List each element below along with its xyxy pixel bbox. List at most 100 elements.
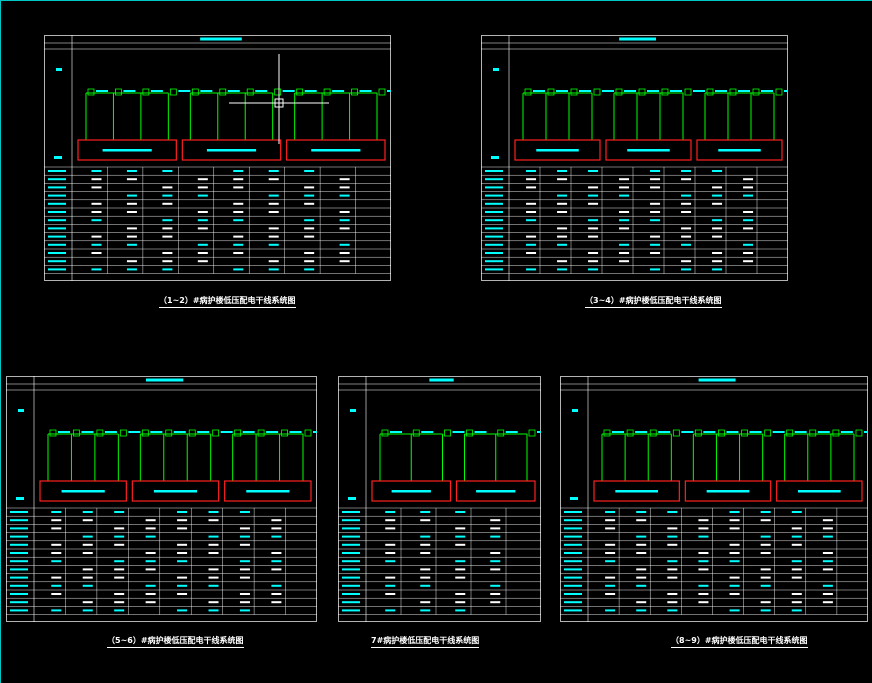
feeder-label-mark	[612, 431, 624, 433]
breaker-symbol	[142, 88, 150, 96]
table-cell-mark	[791, 609, 802, 612]
table-cell-mark	[650, 186, 661, 189]
breaker-symbol	[165, 429, 173, 437]
table-cell-mark	[126, 178, 137, 181]
table-cell-mark	[526, 252, 537, 254]
table-cell-mark	[636, 535, 647, 538]
left-marker	[570, 497, 578, 500]
row-header-mark	[48, 202, 66, 205]
feeder-label-mark	[556, 90, 568, 92]
table-cell-mark	[145, 584, 156, 587]
feeder-label-mark	[784, 90, 788, 92]
row-header-mark	[564, 560, 582, 563]
breaker-symbol	[832, 429, 840, 437]
feeder-label-mark	[452, 431, 465, 433]
feeder-label-mark	[864, 431, 868, 433]
table-cell-mark	[650, 235, 661, 238]
sheet-caption-3-4: （3~4）#病护楼低压配电干线系统图	[585, 295, 722, 308]
row-header-mark	[342, 511, 360, 513]
table-cell-mark	[490, 552, 501, 554]
table-cell-mark	[822, 568, 833, 571]
table-cell-mark	[712, 194, 723, 197]
row-header-mark	[485, 186, 503, 189]
table-cell-mark	[588, 194, 599, 197]
row-header-mark	[10, 552, 28, 554]
table-cell-mark	[636, 584, 647, 587]
feeder-label-mark	[738, 90, 750, 92]
feeder-label-mark	[703, 431, 716, 433]
table-cell-mark	[605, 519, 616, 522]
table-cell-mark	[420, 584, 431, 587]
table-cell-mark	[588, 252, 599, 254]
row-header-mark	[342, 543, 360, 546]
table-cell-mark	[339, 211, 350, 213]
table-cell-mark	[667, 601, 678, 604]
table-cell-mark	[339, 252, 350, 254]
table-cell-mark	[712, 202, 723, 205]
table-cell-mark	[791, 593, 802, 595]
feeder-label-mark	[670, 90, 682, 92]
table-cell-mark	[304, 186, 315, 189]
table-cell-mark	[557, 260, 568, 263]
table-cell-mark	[420, 543, 431, 546]
table-cell-mark	[126, 211, 137, 213]
breaker-symbol	[809, 429, 817, 437]
table-cell-mark	[271, 601, 282, 604]
table-cell-mark	[588, 202, 599, 205]
table-cell-mark	[271, 568, 282, 571]
title-strip-text-mark	[619, 37, 656, 41]
table-cell-mark	[729, 527, 740, 530]
feeder-label-mark	[794, 431, 807, 433]
table-cell-mark	[177, 511, 188, 513]
table-cell-mark	[385, 527, 396, 530]
feeder-label-mark	[58, 431, 70, 433]
table-cell-mark	[51, 511, 62, 513]
table-cell-mark	[177, 519, 188, 522]
table-cell-mark	[455, 568, 466, 571]
table-cell-mark	[588, 186, 599, 189]
breaker-symbol	[638, 88, 646, 96]
table-cell-mark	[650, 170, 661, 172]
table-cell-mark	[51, 576, 62, 579]
cad-crosshair-cursor[interactable]	[229, 54, 329, 154]
table-cell-mark	[385, 609, 396, 612]
table-cell-mark	[208, 576, 219, 579]
table-cell-mark	[667, 568, 678, 571]
table-cell-mark	[420, 601, 431, 604]
table-cell-mark	[339, 243, 350, 246]
table-cell-mark	[233, 243, 244, 246]
table-cell-mark	[197, 260, 208, 263]
table-cell-mark	[82, 576, 93, 579]
table-cell-mark	[51, 519, 62, 522]
table-cell-mark	[126, 194, 137, 197]
table-cell-mark	[233, 202, 244, 205]
sheet-frame	[338, 376, 541, 622]
breaker-symbol	[115, 88, 122, 96]
table-cell-mark	[650, 202, 661, 205]
row-header-mark	[564, 519, 582, 522]
table-cell-mark	[162, 260, 173, 263]
table-cell-mark	[162, 194, 173, 197]
table-cell-mark	[791, 535, 802, 538]
table-cell-mark	[271, 527, 282, 530]
table-cell-mark	[233, 235, 244, 238]
table-cell-mark	[667, 609, 678, 612]
table-cell-mark	[588, 260, 599, 263]
table-cell-mark	[822, 519, 833, 522]
table-cell-mark	[268, 211, 279, 213]
table-cell-mark	[681, 227, 692, 230]
table-cell-mark	[526, 268, 537, 271]
sheet-8-9	[560, 376, 868, 622]
table-cell-mark	[557, 211, 568, 213]
row-header-mark	[342, 552, 360, 554]
table-cell-mark	[729, 584, 740, 587]
table-cell-mark	[239, 535, 250, 538]
panel-label-mark	[61, 490, 105, 493]
table-cell-mark	[339, 260, 350, 263]
row-header-mark	[342, 568, 360, 571]
row-header-mark	[48, 252, 66, 254]
table-cell-mark	[197, 178, 208, 181]
table-cell-mark	[162, 227, 173, 230]
table-cell-mark	[268, 235, 279, 238]
table-cell-mark	[698, 568, 709, 571]
